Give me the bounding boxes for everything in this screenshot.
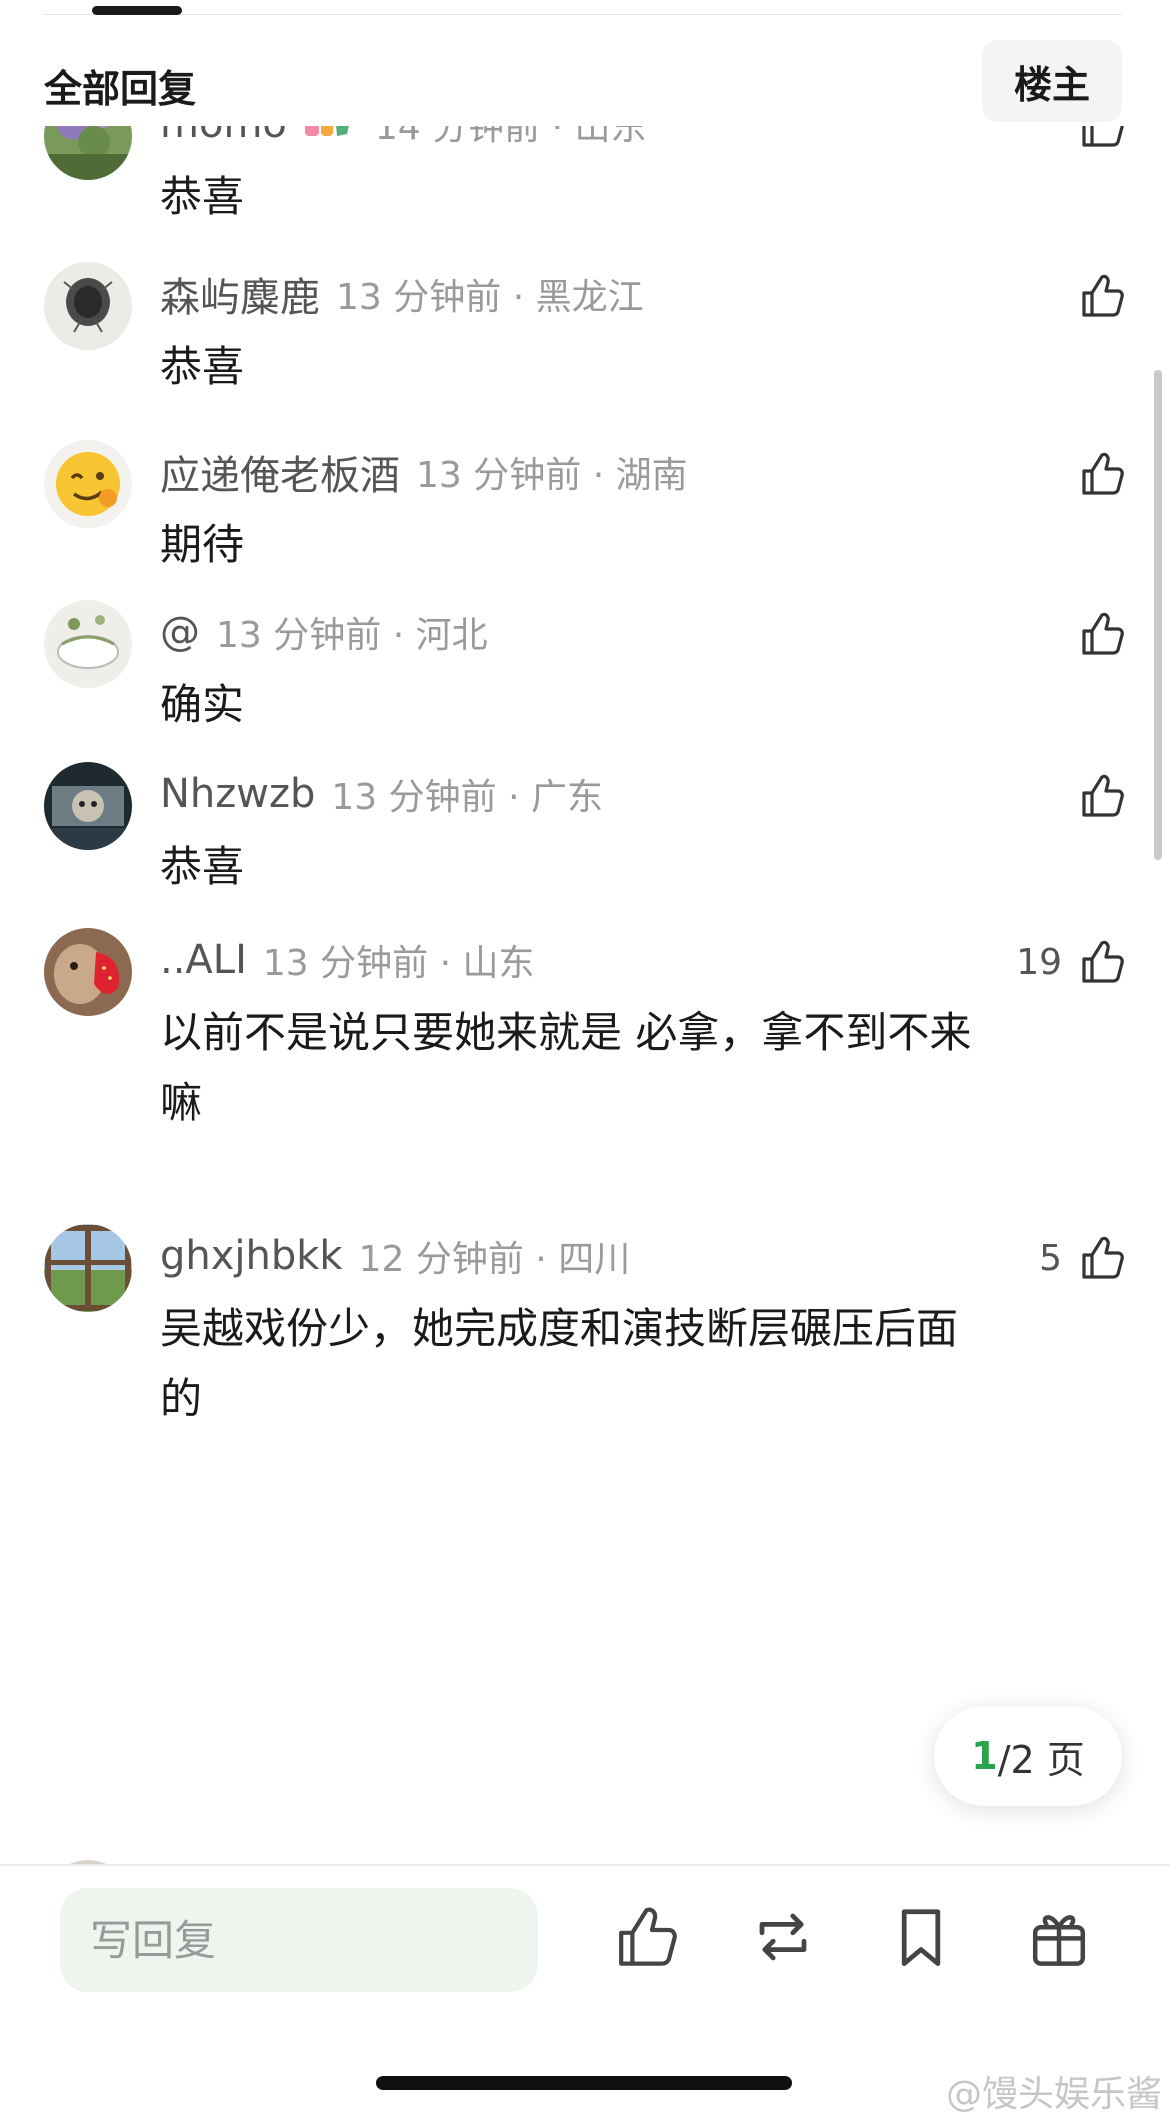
page-indicator[interactable]: 1/2 页 <box>934 1706 1122 1806</box>
repost-button[interactable] <box>748 1902 818 1972</box>
like-count: 19 <box>1016 941 1062 983</box>
like-count: 5 <box>1039 1237 1062 1279</box>
comment-time-location: 13 分钟前 · 山东 <box>262 943 535 984</box>
bookmark-button[interactable] <box>886 1902 956 1972</box>
like-button[interactable] <box>1076 126 1126 154</box>
comment-time-location: 12 分钟前 · 四川 <box>358 1239 631 1280</box>
comment-content: 以前不是说只要她来就是 必拿，拿不到不来 嘛 <box>160 1008 972 1127</box>
user-avatar[interactable] <box>44 262 132 350</box>
reply-input[interactable] <box>60 1888 538 1992</box>
comment-time-location: 13 分钟前 · 黑龙江 <box>336 277 644 318</box>
bookmark-icon <box>901 1909 941 1966</box>
user-avatar[interactable] <box>44 928 132 1016</box>
like-button[interactable] <box>1076 446 1126 502</box>
like-post-button[interactable] <box>610 1902 680 1972</box>
comment-time-location: 14 分钟前 · 山东 <box>374 126 647 148</box>
home-indicator <box>376 2076 792 2090</box>
user-avatar[interactable] <box>44 762 132 850</box>
user-avatar[interactable] <box>44 1224 132 1312</box>
comment-username[interactable]: ghxjhbkk <box>160 1233 343 1279</box>
comment-time-location: 13 分钟前 · 河北 <box>216 615 488 656</box>
gift-icon <box>1032 1915 1086 1966</box>
like-button[interactable]: 5 <box>1039 1230 1126 1286</box>
repost-icon <box>759 1913 807 1961</box>
replies-header: 全部回复 楼主 <box>0 36 1170 126</box>
comment-content: 恭喜 <box>160 842 245 891</box>
comment-username[interactable]: ..ALI <box>160 937 247 983</box>
gift-button[interactable] <box>1024 1902 1094 1972</box>
comment-time-location: 13 分钟前 · 广东 <box>331 777 603 818</box>
comment-content: 吴越戏份少，她完成度和演技断层碾压后面 的 <box>160 1304 959 1423</box>
thumbs-up-icon <box>1082 126 1124 147</box>
flower-badge-icon <box>304 126 349 136</box>
comment-content: 期待 <box>160 520 245 569</box>
thumbs-up-icon <box>1082 452 1124 495</box>
comment-username[interactable]: Nhzwzb <box>160 771 315 817</box>
comment-list: momo 14 分钟前 · 山东 恭喜 森屿麋鹿 13 分钟前 · 黑龙江 恭喜 <box>0 126 1170 1864</box>
comment-username[interactable]: 森屿麋鹿 <box>160 265 320 323</box>
like-button[interactable] <box>1076 768 1126 824</box>
total-pages: /2 页 <box>997 1737 1085 1782</box>
thumbs-up-icon <box>1082 774 1124 817</box>
tab-indicator <box>92 6 182 15</box>
comment-username[interactable]: @ <box>160 609 200 655</box>
comment-time-location: 13 分钟前 · 湖南 <box>416 455 688 496</box>
top-divider <box>44 14 1122 15</box>
comment-content: 恭喜 <box>160 172 245 221</box>
comment-content: 恭喜 <box>160 342 245 391</box>
like-button[interactable] <box>1076 268 1126 324</box>
current-page: 1 <box>971 1734 998 1778</box>
thumbs-up-icon <box>1082 612 1124 655</box>
thumbs-up-icon <box>1082 1236 1124 1279</box>
like-button[interactable]: 19 <box>1016 934 1126 990</box>
user-avatar[interactable] <box>44 440 132 528</box>
page-title: 全部回复 <box>44 67 197 111</box>
watermark: @馒头娱乐酱 <box>945 2074 1162 2115</box>
user-avatar[interactable] <box>44 126 132 180</box>
thumbs-up-icon <box>1082 940 1124 983</box>
comment-username[interactable]: 应递俺老板酒 <box>160 443 400 501</box>
thumbs-up-icon <box>1082 274 1124 317</box>
comment-username[interactable]: momo <box>160 126 287 147</box>
op-filter-button[interactable]: 楼主 <box>982 40 1122 122</box>
like-button[interactable] <box>1076 606 1126 662</box>
user-avatar[interactable] <box>44 600 132 688</box>
like-icon <box>619 1907 677 1966</box>
comment-content: 确实 <box>160 680 245 729</box>
scrollbar[interactable] <box>1154 370 1162 860</box>
